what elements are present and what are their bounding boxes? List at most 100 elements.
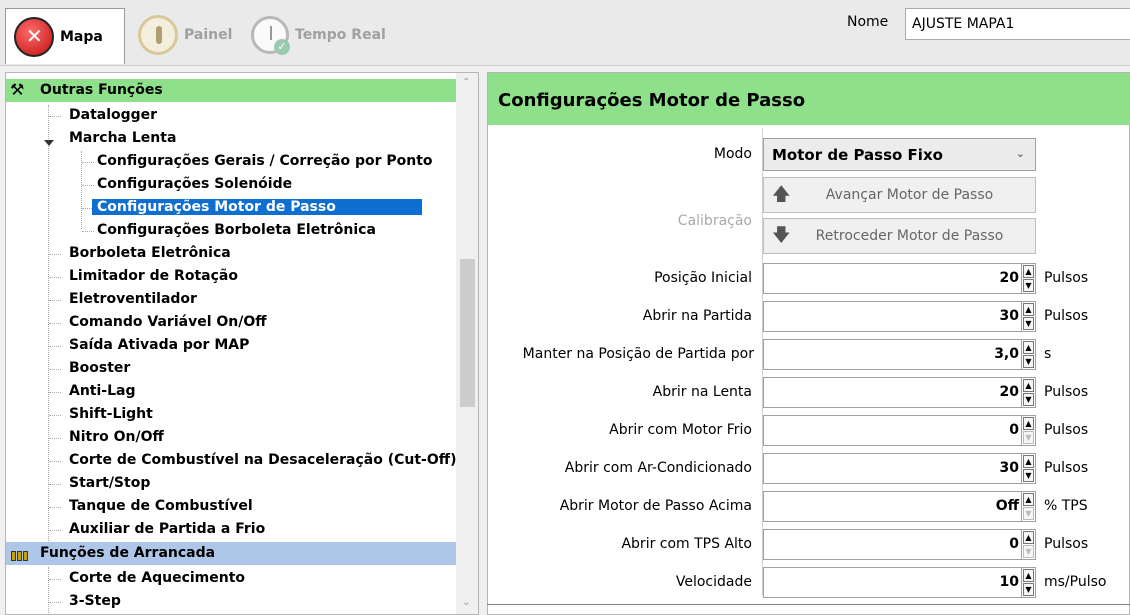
modo-dropdown[interactable]: Motor de Passo Fixo ⌄: [763, 138, 1036, 171]
tree-item-label: Tanque de Combustível: [69, 498, 253, 514]
spinner-velocidade[interactable]: 10 ▲ ▼: [763, 567, 1036, 598]
tree-item-borboleta-eletronica[interactable]: Borboleta Eletrônica: [64, 242, 236, 265]
spin-down-icon[interactable]: ▼: [1023, 507, 1034, 520]
tree-item-booster[interactable]: Booster: [64, 357, 135, 380]
spin-up-icon[interactable]: ▲: [1023, 379, 1034, 392]
tree-item-saida-map[interactable]: Saída Ativada por MAP: [64, 334, 254, 357]
spinner-abrir-lenta[interactable]: 20 ▲ ▼: [763, 377, 1036, 408]
gauge-icon: [138, 15, 178, 55]
tree-item-label: Nitro On/Off: [69, 429, 164, 445]
tree-item-start-stop[interactable]: Start/Stop: [64, 472, 155, 495]
spinner-value[interactable]: 30: [1000, 460, 1019, 476]
spinner-value[interactable]: Off: [996, 498, 1019, 514]
spin-down-icon[interactable]: ▼: [1023, 583, 1034, 596]
nome-input[interactable]: [905, 8, 1130, 40]
unit-label: % TPS: [1044, 498, 1088, 514]
tree-group-funcoes-arrancada[interactable]: Funções de Arrancada: [6, 542, 456, 565]
retroceder-label: Retroceder Motor de Passo: [815, 228, 1004, 244]
tree-item-config-motor-passo[interactable]: Configurações Motor de Passo: [92, 196, 422, 219]
scroll-down-icon[interactable]: ⌄: [462, 597, 470, 608]
tree-item-shift-light[interactable]: Shift-Light: [64, 403, 158, 426]
spinner-motor-frio[interactable]: 0 ▲ ▼: [763, 415, 1036, 446]
retroceder-motor-button[interactable]: 🡇 Retroceder Motor de Passo: [763, 218, 1036, 254]
avancar-motor-button[interactable]: 🡅 Avançar Motor de Passo: [763, 177, 1036, 213]
field-label-abrir-partida: Abrir na Partida: [642, 308, 752, 324]
spinner-value[interactable]: 20: [1000, 384, 1019, 400]
arrow-down-icon: 🡇: [772, 225, 791, 246]
spin-up-icon[interactable]: ▲: [1023, 265, 1034, 278]
tree-item-label: Anti-Lag: [69, 383, 136, 399]
tree-item-label: Corte de Aquecimento: [69, 570, 246, 586]
spinner-value[interactable]: 10: [1000, 574, 1019, 590]
tree-item-cut-off[interactable]: Corte de Combustível na Desaceleração (C…: [64, 449, 461, 472]
avancar-label: Avançar Motor de Passo: [825, 187, 994, 203]
tree-item-comando-variavel[interactable]: Comando Variável On/Off: [64, 311, 272, 334]
tree-item-limitador-rotacao[interactable]: Limitador de Rotação: [64, 265, 243, 288]
spin-up-icon[interactable]: ▲: [1023, 455, 1034, 468]
spinner-value[interactable]: 0: [1009, 536, 1019, 552]
tree-item-config-solenoide[interactable]: Configurações Solenóide: [92, 173, 297, 196]
spinner-value[interactable]: 3,0: [994, 346, 1019, 362]
scroll-up-icon[interactable]: ⌃: [462, 77, 470, 88]
spin-up-icon[interactable]: ▲: [1023, 417, 1034, 430]
spin-down-icon[interactable]: ▼: [1023, 545, 1034, 558]
tree-connector: [49, 116, 61, 117]
tree-item-nitro[interactable]: Nitro On/Off: [64, 426, 169, 449]
spinner-value[interactable]: 20: [1000, 270, 1019, 286]
tree-item-config-gerais[interactable]: Configurações Gerais / Correção por Pont…: [92, 150, 438, 173]
spinner-value[interactable]: 30: [1000, 308, 1019, 324]
spin-buttons: ▲ ▼: [1021, 568, 1035, 597]
spinner-posicao-inicial[interactable]: 20 ▲ ▼: [763, 263, 1036, 294]
tab-mapa[interactable]: Mapa: [5, 8, 125, 64]
tree-item-marcha-lenta[interactable]: Marcha Lenta: [64, 127, 181, 150]
spin-up-icon[interactable]: ▲: [1023, 303, 1034, 316]
tree-connector: [49, 438, 61, 439]
tree-item-datalogger[interactable]: Datalogger: [64, 104, 162, 127]
spin-down-icon[interactable]: ▼: [1023, 393, 1034, 406]
spinner-manter-posicao[interactable]: 3,0 ▲ ▼: [763, 339, 1036, 370]
tree-item-corte-aquecimento[interactable]: Corte de Aquecimento: [64, 567, 250, 590]
tree-item-config-borboleta[interactable]: Configurações Borboleta Eletrônica: [92, 219, 381, 242]
scroll-thumb[interactable]: [460, 259, 475, 407]
tree-guide-line: [48, 567, 49, 614]
tab-tempo-real-label: Tempo Real: [295, 27, 386, 43]
unit-label: Pulsos: [1044, 422, 1089, 438]
tree-item-label: Configurações Borboleta Eletrônica: [97, 222, 376, 238]
tree-group-outras-funcoes[interactable]: ⚒ Outras Funções: [6, 79, 456, 102]
field-label-posicao-inicial: Posição Inicial: [654, 270, 752, 286]
spin-down-icon[interactable]: ▼: [1023, 469, 1034, 482]
tree-item-label: Comando Variável On/Off: [69, 314, 267, 330]
unit-label: Pulsos: [1044, 308, 1089, 324]
spinner-tps-alto[interactable]: 0 ▲ ▼: [763, 529, 1036, 560]
spin-buttons: ▲ ▼: [1021, 378, 1035, 407]
tree-item-label: Marcha Lenta: [69, 130, 177, 146]
tree-connector: [49, 300, 61, 301]
spin-buttons: ▲ ▼: [1021, 530, 1035, 559]
spinner-value[interactable]: 0: [1009, 422, 1019, 438]
field-label-velocidade: Velocidade: [675, 574, 752, 590]
tree-item-tanque[interactable]: Tanque de Combustível: [64, 495, 258, 518]
spin-down-icon[interactable]: ▼: [1023, 431, 1034, 444]
spin-up-icon[interactable]: ▲: [1023, 493, 1034, 506]
tree-scrollbar[interactable]: ⌃ ⌄: [456, 73, 478, 614]
spin-up-icon[interactable]: ▲: [1023, 531, 1034, 544]
spin-down-icon[interactable]: ▼: [1023, 317, 1034, 330]
spinner-abrir-partida[interactable]: 30 ▲ ▼: [763, 301, 1036, 332]
tree-item-3-step[interactable]: 3-Step: [64, 590, 126, 613]
tree-item-eletroventilador[interactable]: Eletroventilador: [64, 288, 202, 311]
spinner-acima-tps[interactable]: Off ▲ ▼: [763, 491, 1036, 522]
spin-up-icon[interactable]: ▲: [1023, 569, 1034, 582]
spin-down-icon[interactable]: ▼: [1023, 355, 1034, 368]
tree-item-label: 3-Step: [69, 593, 121, 609]
tree-connector: [49, 530, 61, 531]
tree-item-partida-frio[interactable]: Auxiliar de Partida a Frio: [64, 518, 270, 541]
expand-arrow-icon[interactable]: [44, 140, 54, 146]
tab-painel[interactable]: Painel: [130, 8, 240, 62]
tree-connector: [49, 484, 61, 485]
spin-up-icon[interactable]: ▲: [1023, 341, 1034, 354]
tree-item-anti-lag[interactable]: Anti-Lag: [64, 380, 141, 403]
spinner-ar-condicionado[interactable]: 30 ▲ ▼: [763, 453, 1036, 484]
unit-label: Pulsos: [1044, 384, 1089, 400]
tab-tempo-real[interactable]: ✓ Tempo Real: [243, 8, 394, 62]
spin-down-icon[interactable]: ▼: [1023, 279, 1034, 292]
